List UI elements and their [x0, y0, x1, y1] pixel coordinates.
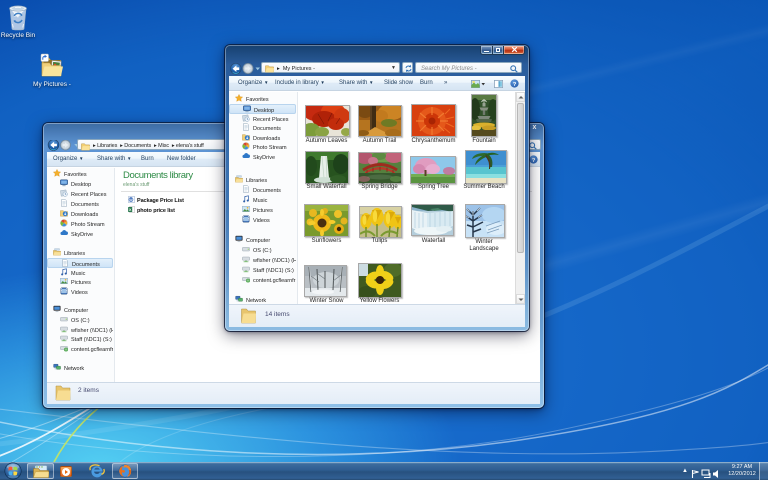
svg-text:?: ?	[532, 158, 536, 164]
svg-text:W: W	[129, 197, 133, 202]
svg-text:?: ?	[513, 82, 517, 88]
